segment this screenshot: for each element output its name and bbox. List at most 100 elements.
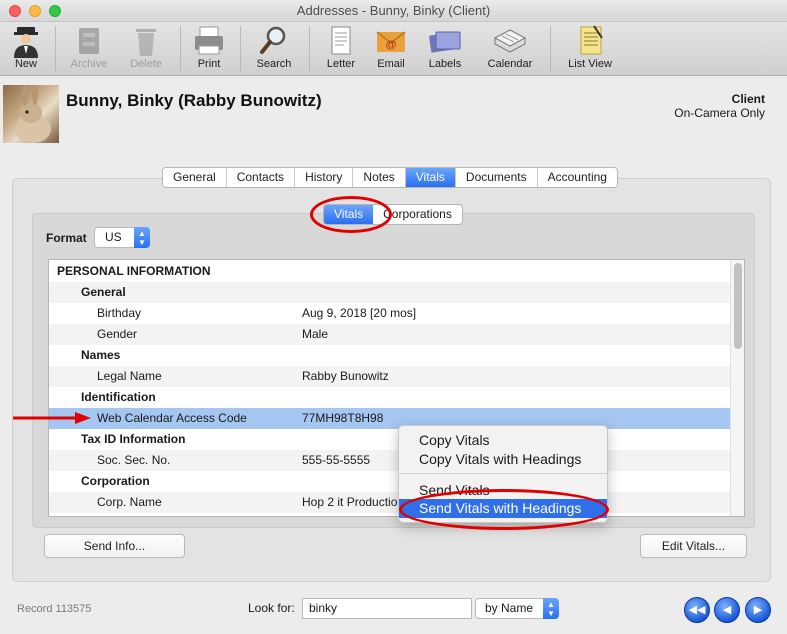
row-label: Web Calendar Access Code [97,411,247,425]
table-heading-row[interactable]: Corporation [49,471,731,492]
list-view-button[interactable]: List View [562,24,618,70]
row-label: General [81,285,126,299]
tab-documents[interactable]: Documents [455,168,538,187]
list-view-icon [580,25,603,55]
next-record-button[interactable]: ▶ [745,597,771,623]
record-header: Bunny, Binky (Rabby Bunowitz) Client On-… [0,77,787,147]
trash-icon [136,29,156,56]
row-label: Birthday [97,306,142,320]
table-heading-row[interactable]: Names [49,345,731,366]
delete-button[interactable]: Delete [124,24,168,70]
client-type: Client [731,92,765,106]
rewind-icon: ◀◀ [688,604,706,616]
format-stepper-icon: ▲ ▼ [134,227,150,248]
table-row[interactable]: Gender Male [49,324,731,345]
vitals-scrollbar[interactable] [730,260,744,516]
close-window-button[interactable] [9,5,21,17]
row-value: Hop 2 it Productions [302,495,411,509]
letter-icon [331,26,351,55]
toolbar-separator [550,26,551,72]
toolbar-separator [55,26,56,72]
annotation-arrow-icon [13,412,91,424]
toolbar-separator [180,26,181,72]
menu-item-copy-vitals-headings[interactable]: Copy Vitals with Headings [399,450,607,469]
previous-record-button[interactable]: ◀ [714,597,740,623]
tab-history[interactable]: History [295,168,354,187]
menu-separator [399,473,607,474]
first-record-button[interactable]: ◀◀ [684,597,710,623]
previous-icon: ◀ [722,604,732,616]
email-icon: @ [376,31,406,52]
search-by-select[interactable]: by Name ▲ ▼ [475,598,559,619]
print-button[interactable]: Print [188,24,230,70]
window-title: Addresses - Bunny, Binky (Client) [296,3,491,18]
record-number: Record 113575 [17,603,92,615]
tab-notes[interactable]: Notes [353,168,406,187]
next-icon: ▶ [753,604,763,616]
calendar-button[interactable]: Calendar [484,24,536,70]
table-row[interactable]: Birthday Aug 9, 2018 [20 mos] [49,303,731,324]
row-value: Rabby Bunowitz [302,369,389,383]
toolbar-separator [309,26,310,72]
toolbar: New Archive Delete Print Search Letter @… [0,22,787,76]
minimize-window-button[interactable] [29,5,41,17]
table-heading-row[interactable]: General [49,282,731,303]
magnifier-icon [260,26,286,54]
look-for-label: Look for: [248,601,295,615]
row-label: Gender [97,327,138,341]
annotation-ellipse-send-headings [399,489,609,530]
table-row[interactable]: Soc. Sec. No. 555-55-5555 [49,450,731,471]
letter-button[interactable]: Letter [320,24,362,70]
printer-icon [195,26,223,55]
tab-contacts[interactable]: Contacts [226,168,296,187]
send-info-button[interactable]: Send Info... [44,534,185,558]
tab-vitals[interactable]: Vitals [405,168,456,187]
table-heading-row[interactable]: Identification [49,387,731,408]
labels-icon [429,31,461,53]
format-select[interactable]: US ▲ ▼ [94,227,150,248]
row-label: Legal Name [97,369,162,383]
row-label: Tax ID Information [81,432,186,446]
table-row[interactable]: Corp. Name Hop 2 it Productions [49,492,731,513]
tab-accounting[interactable]: Accounting [537,168,617,187]
edit-vitals-button[interactable]: Edit Vitals... [640,534,747,558]
archive-button[interactable]: Archive [66,24,112,70]
svg-text:@: @ [386,39,397,51]
client-subtype: On-Camera Only [674,106,765,120]
table-heading-row[interactable]: Tax ID Information [49,429,731,450]
search-by-stepper-icon: ▲ ▼ [543,598,559,619]
row-value: Aug 9, 2018 [20 mos] [302,306,417,320]
table-row[interactable]: Web Calendar Access Code 77MH98T8H98 [49,408,731,429]
zoom-window-button[interactable] [49,5,61,17]
client-name: Bunny, Binky (Rabby Bunowitz) [66,91,322,110]
tab-general[interactable]: General [163,168,227,187]
row-label: PERSONAL INFORMATION [57,264,211,278]
row-value: Male [302,327,329,341]
row-value: 77MH98T8H98 [302,411,384,425]
client-photo [3,85,59,143]
table-row[interactable]: Legal Name Rabby Bunowitz [49,366,731,387]
table-heading-row[interactable]: PERSONAL INFORMATION [49,261,731,282]
window-titlebar: Addresses - Bunny, Binky (Client) [0,0,787,22]
look-for-input[interactable]: binky [302,598,472,619]
archive-icon [79,28,99,54]
new-person-icon [14,27,38,58]
labels-button[interactable]: Labels [422,24,468,70]
new-button[interactable]: New [6,24,46,70]
row-label: Names [81,348,121,362]
format-label: Format [46,231,87,245]
row-label: Soc. Sec. No. [97,453,171,467]
row-label: Identification [81,390,156,404]
calendar-icon [493,29,527,53]
menu-item-copy-vitals[interactable]: Copy Vitals [399,431,607,450]
row-label: Corporation [81,474,150,488]
record-tabs: General Contacts History Notes Vitals Do… [162,167,618,188]
toolbar-separator [240,26,241,72]
annotation-ellipse-vitals [310,196,392,233]
row-value: 555-55-5555 [302,453,371,467]
search-button[interactable]: Search [252,24,296,70]
scrollbar-thumb[interactable] [734,263,742,349]
vitals-table[interactable]: PERSONAL INFORMATION General Birthday Aug 9… [48,259,745,517]
email-button[interactable]: @ Email [370,24,412,70]
row-label: Corp. Name [97,495,162,509]
